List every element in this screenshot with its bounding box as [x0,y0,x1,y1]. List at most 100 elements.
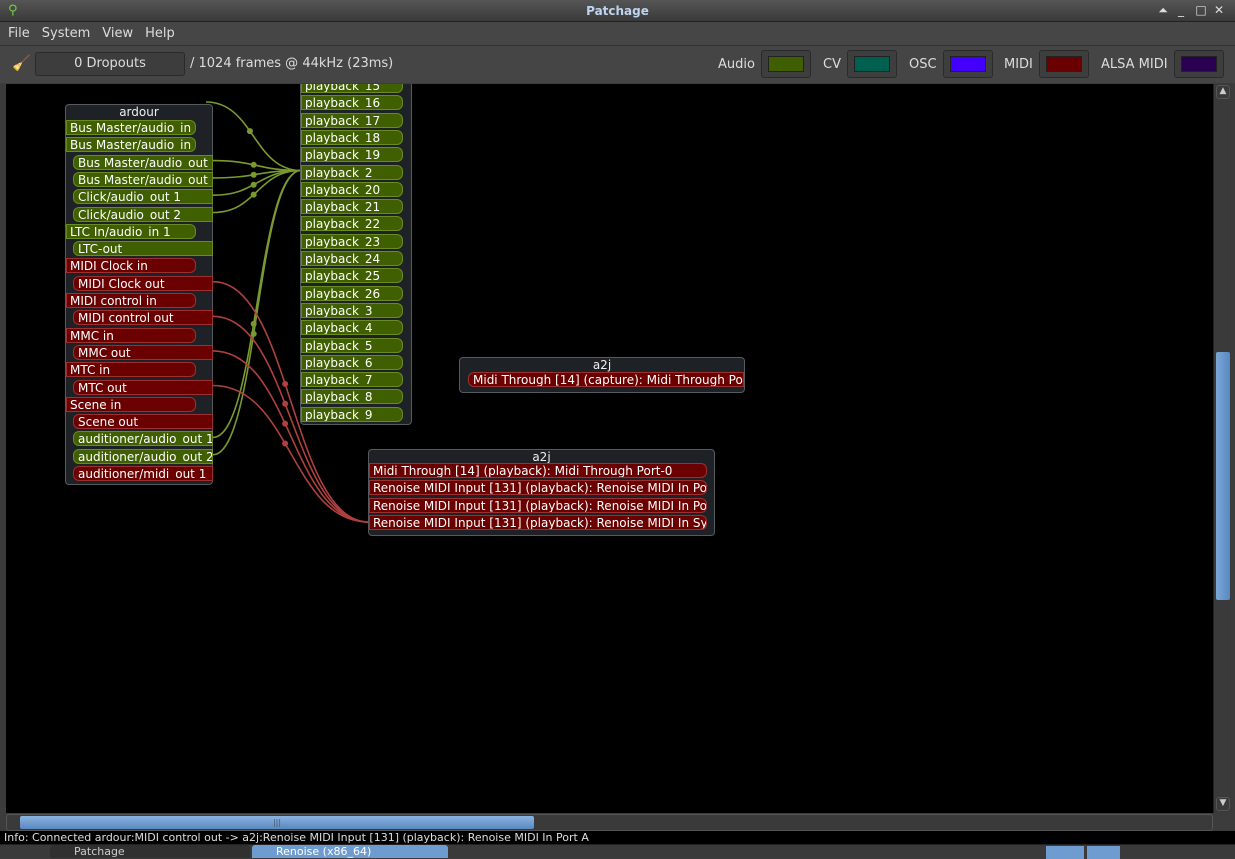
port-in[interactable]: Renoise MIDI Input [131] (playback): Ren… [369,514,707,530]
connection-handle[interactable] [246,128,253,135]
port-playback-3[interactable]: playback_3 [301,302,403,318]
connection-handle[interactable] [250,191,257,198]
module-title: a2j [592,358,612,372]
port-in[interactable]: Midi Through [14] (playback): Midi Throu… [369,463,707,478]
menu-view[interactable]: View [94,22,137,42]
port-out[interactable]: MIDI control out [73,310,213,326]
port-playback-17[interactable]: playback_17 [301,112,403,128]
maximize-button[interactable]: □ [1192,3,1210,17]
connection-handle[interactable] [282,440,289,447]
legend-label: Audio [718,56,755,72]
port-playback-6[interactable]: playback_6 [301,354,403,370]
legend-cv[interactable]: CV [823,50,897,78]
scroll-up-icon[interactable]: ▲ [1216,85,1230,99]
port-playback-26[interactable]: playback_26 [301,285,403,301]
port-playback-25[interactable]: playback_25 [301,268,403,284]
port-playback-5[interactable]: playback_5 [301,337,403,353]
port-in[interactable]: Renoise MIDI Input [131] (playback): Ren… [369,480,707,496]
port-out[interactable]: MIDI Clock out [73,275,213,291]
port-in[interactable]: MTC in [66,362,196,378]
color-swatch [949,56,986,72]
dropouts-counter: 0 Dropouts [35,52,185,76]
legend-midi[interactable]: MIDI [1004,50,1089,78]
port-playback-8[interactable]: playback_8 [301,389,403,405]
window-title: Patchage [586,4,649,18]
port-out[interactable]: Bus Master/audio_out 2 [73,171,213,187]
shade-button[interactable]: ⏶ [1154,3,1172,18]
module-ardour[interactable]: ardour Bus Master/audio_in 1 Bus Master/a… [65,104,213,485]
port-playback-18[interactable]: playback_18 [301,129,403,145]
buffer-info: / 1024 frames @ 44kHz (23ms) [190,56,394,71]
port-out[interactable]: Midi Through [14] (capture): Midi Throug… [468,372,744,387]
port-in[interactable]: LTC In/audio_in 1 [66,223,196,239]
connection-handle[interactable] [282,380,289,387]
port-playback-15[interactable]: playback_15 [301,84,403,93]
connection-handle[interactable] [282,420,289,427]
tray-renoise-icon[interactable] [1087,846,1120,859]
port-in[interactable]: Bus Master/audio_in 2 [66,137,196,153]
port-out[interactable]: LTC-out [73,241,213,257]
port-in[interactable]: Renoise MIDI Input [131] (playback): Ren… [369,497,707,513]
horizontal-scroll-thumb[interactable]: ||| [20,816,534,829]
port-playback-22[interactable]: playback_22 [301,216,403,232]
port-out[interactable]: auditioner/audio_out 2 [73,448,213,464]
module-a2j-playback[interactable]: a2j Midi Through [14] (playback): Midi T… [368,449,715,536]
module-a2j-capture[interactable]: a2j Midi Through [14] (capture): Midi Th… [459,357,745,393]
port-playback-2[interactable]: playback_2 [301,164,403,180]
port-out[interactable]: auditioner/audio_out 1 [73,431,213,447]
horizontal-scrollbar[interactable]: ||| [6,814,1213,831]
connection-handle[interactable] [250,171,257,178]
minimize-button[interactable]: _ [1172,3,1190,17]
connection-handle[interactable] [250,161,257,168]
port-in[interactable]: MIDI Clock in [66,258,196,274]
taskbar: Patchage Renoise (x86_64) [0,844,1235,859]
color-swatch-button[interactable] [942,50,993,78]
color-swatch-button[interactable] [1173,50,1224,78]
title-bar: ⚲ Patchage ⏶ _ □ ✕ [0,0,1235,22]
port-playback-19[interactable]: playback_19 [301,147,403,163]
color-swatch-button[interactable] [846,50,897,78]
port-in[interactable]: MIDI control in [66,293,196,308]
port-out[interactable]: Click/audio_out 1 [73,189,213,205]
connection-handle[interactable] [282,400,289,407]
vertical-scrollbar[interactable]: ▲ ▼ [1213,84,1231,813]
port-out[interactable]: auditioner/midi_out 1 [73,466,213,481]
port-out[interactable]: Click/audio_out 2 [73,206,213,222]
task-patchage[interactable]: Patchage [50,845,250,858]
color-swatch-button[interactable] [1038,50,1089,78]
port-out[interactable]: MTC out [73,379,213,395]
menu-file[interactable]: File [0,22,34,42]
menu-system[interactable]: System [34,22,94,42]
color-swatch [1180,56,1217,72]
module-system[interactable]: playback_15 playback_16 playback_17 playbac… [300,84,412,425]
color-swatch-button[interactable] [760,50,811,78]
task-renoise[interactable]: Renoise (x86_64) [252,845,448,858]
port-playback-4[interactable]: playback_4 [301,320,403,336]
port-in[interactable]: Scene in [66,396,196,412]
port-out[interactable]: Scene out [73,414,213,430]
port-out[interactable]: MMC out [73,344,213,360]
connection-handle[interactable] [250,181,257,188]
close-button[interactable]: ✕ [1210,3,1228,17]
patch-canvas[interactable]: ardour Bus Master/audio_in 1 Bus Master/a… [6,84,1213,813]
port-playback-24[interactable]: playback_24 [301,251,403,266]
port-playback-9[interactable]: playback_9 [301,406,403,422]
port-playback-20[interactable]: playback_20 [301,181,403,197]
port-playback-23[interactable]: playback_23 [301,233,403,249]
port-playback-7[interactable]: playback_7 [301,372,403,388]
port-playback-21[interactable]: playback_21 [301,199,403,215]
legend-label: CV [823,56,841,72]
clear-dropouts-icon[interactable]: 🧹 [12,54,31,72]
tray-patchage-icon[interactable] [1046,846,1084,859]
scroll-down-icon[interactable]: ▼ [1216,797,1230,811]
port-in[interactable]: Bus Master/audio_in 1 [66,120,196,135]
connection-handle[interactable] [250,330,257,337]
legend-audio[interactable]: Audio [718,50,811,78]
port-playback-16[interactable]: playback_16 [301,95,403,111]
vertical-scroll-thumb[interactable] [1216,352,1230,600]
menu-help[interactable]: Help [137,22,179,42]
legend-alsa-midi[interactable]: ALSA MIDI [1101,50,1224,78]
port-in[interactable]: MMC in [66,327,196,343]
port-out[interactable]: Bus Master/audio_out 1 [73,154,213,170]
legend-osc[interactable]: OSC [909,50,993,78]
